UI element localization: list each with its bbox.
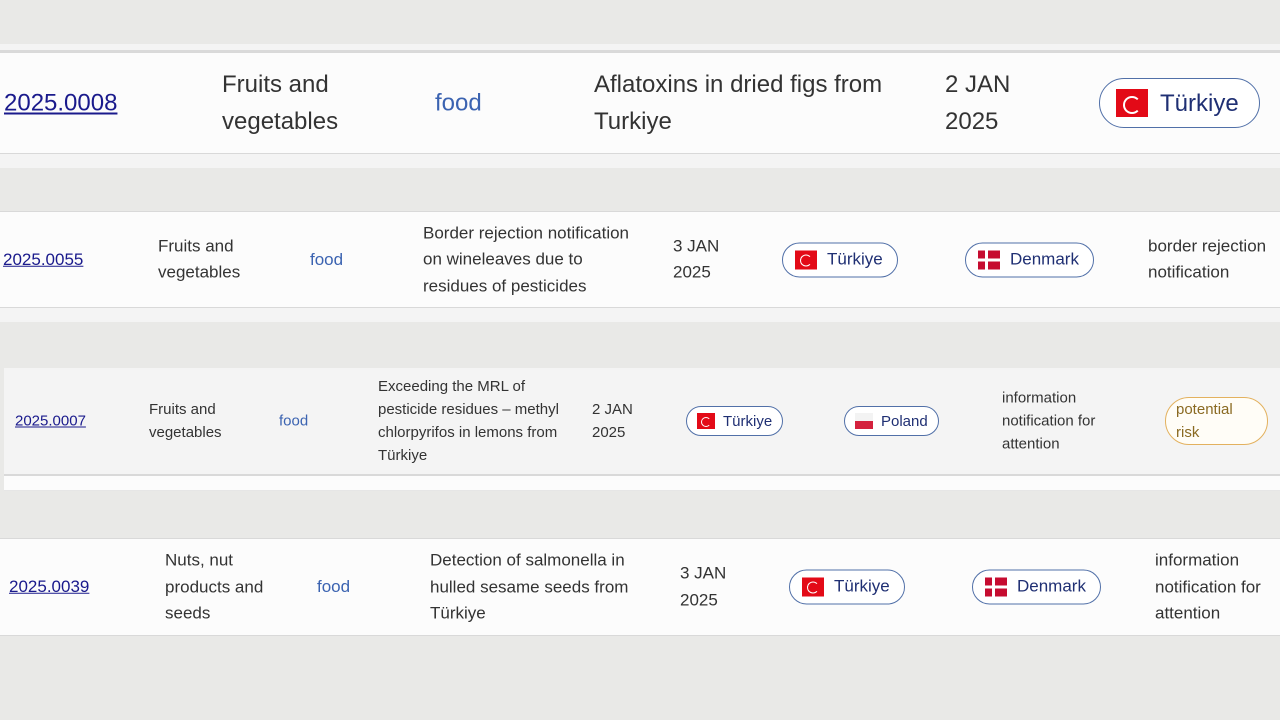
notification-date: 3 JAN 2025 <box>680 563 727 610</box>
subject: Border rejection notification on winelea… <box>423 222 630 295</box>
flag-turkey-icon <box>1116 89 1148 117</box>
notifying-country-pill[interactable]: Denmark <box>965 242 1094 277</box>
origin-country-pill[interactable]: Türkiye <box>789 569 905 605</box>
flag-turkey-icon <box>795 250 817 269</box>
flag-denmark-icon <box>978 250 1000 269</box>
country-label: Türkiye <box>827 249 883 269</box>
origin-country-pill[interactable]: Türkiye <box>1099 78 1260 128</box>
classification: information notification for attention <box>1155 550 1261 623</box>
partial-row <box>4 475 1280 491</box>
subject: Detection of salmonella in hulled sesame… <box>430 550 629 623</box>
notifying-country-pill[interactable]: Poland <box>844 406 939 436</box>
country-label: Türkiye <box>834 576 890 596</box>
classification: border rejection notification <box>1148 236 1267 282</box>
separator-strip <box>0 308 1280 322</box>
separator-strip <box>0 154 1280 168</box>
subject: Exceeding the MRL of pesticide residues … <box>378 378 559 464</box>
reference-link[interactable]: 2025.0008 <box>4 85 117 122</box>
flag-denmark-icon <box>985 577 1007 597</box>
table-row: 2025.0039 Nuts, nut products and seeds f… <box>0 538 1280 636</box>
product-category: Fruits and vegetables <box>149 401 222 441</box>
notification-date: 2 JAN 2025 <box>592 401 633 441</box>
origin-country-pill[interactable]: Türkiye <box>686 406 784 436</box>
risk-badge: potential risk <box>1165 397 1268 445</box>
country-label: Poland <box>881 412 928 430</box>
reference-link[interactable]: 2025.0007 <box>15 410 86 433</box>
product-type: food <box>317 576 351 596</box>
product-category: Fruits and vegetables <box>222 71 339 135</box>
product-type: food <box>435 89 482 117</box>
table-row: 2025.0007 Fruits and vegetables food Exc… <box>4 368 1280 475</box>
country-label: Denmark <box>1017 576 1086 596</box>
table-row: 2025.0008 Fruits and vegetables food Afl… <box>0 52 1280 154</box>
country-label: Türkiye <box>1160 89 1239 117</box>
notification-date: 3 JAN 2025 <box>673 236 720 282</box>
reference-link[interactable]: 2025.0055 <box>3 246 83 273</box>
product-category: Fruits and vegetables <box>158 236 241 282</box>
product-category: Nuts, nut products and seeds <box>165 550 264 623</box>
subject: Aflatoxins in dried figs from Turkiye <box>594 71 883 135</box>
product-type: food <box>310 249 344 269</box>
country-label: Denmark <box>1010 249 1079 269</box>
notifying-country-pill[interactable]: Denmark <box>972 569 1101 605</box>
flag-turkey-icon <box>802 577 824 597</box>
flag-turkey-icon <box>697 413 715 429</box>
notification-date: 2 JAN 2025 <box>945 71 1011 135</box>
flag-poland-icon <box>855 413 873 429</box>
country-label: Türkiye <box>723 412 773 430</box>
origin-country-pill[interactable]: Türkiye <box>782 242 898 277</box>
classification: information notification for attention <box>1002 389 1096 453</box>
reference-link[interactable]: 2025.0039 <box>9 574 89 601</box>
product-type: food <box>279 412 309 430</box>
table-row: 2025.0055 Fruits and vegetables food Bor… <box>0 211 1280 308</box>
